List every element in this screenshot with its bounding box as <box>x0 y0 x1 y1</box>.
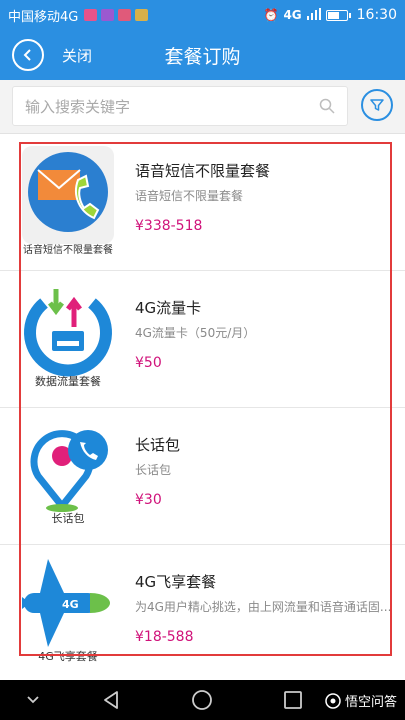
list-item[interactable]: 长话包 长话包 长话包 ¥30 <box>0 408 405 545</box>
phone-message-icon <box>22 146 114 244</box>
thumbnail-caption: 4G飞享套餐 <box>38 650 98 663</box>
notification-icon <box>101 9 115 21</box>
home-circle-icon[interactable] <box>191 689 213 711</box>
system-nav-bar: 悟空问答 <box>0 680 405 720</box>
plane-badge-text: 4G <box>62 598 79 611</box>
network-label: 4G <box>283 8 302 22</box>
thumbnail-caption: 数据流量套餐 <box>35 375 101 388</box>
battery-icon <box>325 9 351 21</box>
carrier-label: 中国移动4G <box>8 9 79 25</box>
chevron-down-icon[interactable] <box>26 694 40 706</box>
package-description: 语音短信不限量套餐 <box>135 189 244 203</box>
notification-icon <box>118 9 132 21</box>
search-icon[interactable] <box>319 98 335 114</box>
package-description: 为4G用户精心挑选，由上网流量和语音通话固... <box>135 600 390 614</box>
package-description: 4G流量卡（50元/月） <box>135 326 256 340</box>
package-price: ¥18-588 <box>135 629 194 645</box>
data-traffic-icon <box>24 289 112 377</box>
long-call-icon <box>30 430 108 512</box>
package-price: ¥50 <box>135 355 162 371</box>
watermark-logo-icon <box>325 692 341 709</box>
package-description: 长话包 <box>135 463 172 477</box>
filter-button[interactable] <box>361 89 393 121</box>
package-list: 话音短信不限量套餐 语音短信不限量套餐 语音短信不限量套餐 ¥338-518 数… <box>0 134 405 680</box>
notification-icon <box>135 9 149 21</box>
package-price: ¥30 <box>135 492 162 508</box>
airplane-icon: 4G <box>22 559 110 647</box>
package-name: 4G流量卡 <box>135 299 202 317</box>
search-bar: 输入搜索关键字 <box>0 80 405 134</box>
notification-icon <box>84 9 98 21</box>
watermark: 悟空问答 <box>325 691 397 710</box>
package-name: 长话包 <box>135 436 181 454</box>
clock: 16:30 <box>356 7 397 23</box>
thumbnail-caption: 长话包 <box>51 512 85 525</box>
list-item[interactable]: 话音短信不限量套餐 语音短信不限量套餐 语音短信不限量套餐 ¥338-518 <box>0 134 405 271</box>
signal-icon <box>306 7 321 23</box>
filter-icon <box>370 99 384 111</box>
list-item[interactable]: 4G 4G飞享套餐 4G飞享套餐 为4G用户精心挑选，由上网流量和语音通话固..… <box>0 545 405 680</box>
back-triangle-icon[interactable] <box>100 689 122 711</box>
app-header: 关闭 套餐订购 <box>0 30 405 80</box>
search-input[interactable]: 输入搜索关键字 <box>12 86 348 126</box>
page-title: 套餐订购 <box>164 46 241 68</box>
status-bar: 中国移动4G ⏰ 4G 16:30 <box>0 0 405 30</box>
package-name: 4G飞享套餐 <box>135 573 217 591</box>
search-placeholder: 输入搜索关键字 <box>25 97 131 116</box>
recent-apps-icon[interactable] <box>282 689 304 711</box>
list-item[interactable]: 数据流量套餐 4G流量卡 4G流量卡（50元/月） ¥50 <box>0 271 405 408</box>
thumbnail-caption: 话音短信不限量套餐 <box>23 245 113 256</box>
alarm-icon: ⏰ <box>263 8 279 22</box>
package-name: 语音短信不限量套餐 <box>135 162 271 180</box>
package-price: ¥338-518 <box>135 218 203 234</box>
watermark-text: 悟空问答 <box>344 695 397 710</box>
